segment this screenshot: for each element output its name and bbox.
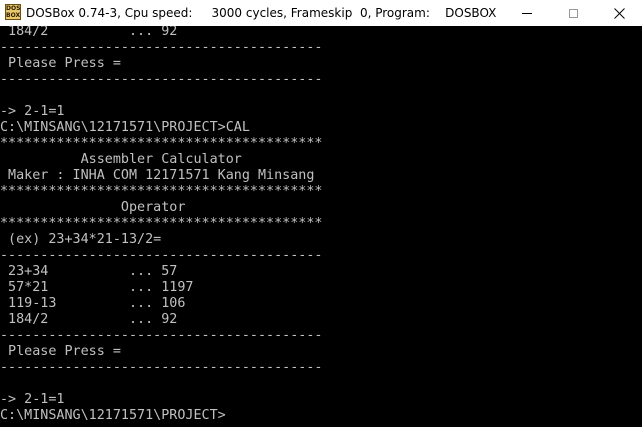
maximize-button[interactable]	[550, 0, 596, 26]
console-output[interactable]: 184/2 ... 92 ---------------------------…	[0, 26, 642, 427]
console-line: 184/2 ... 92	[0, 312, 178, 327]
close-icon	[613, 7, 625, 19]
console-line: (ex) 23+34*21-13/2=	[0, 232, 162, 247]
console-line: Operator	[0, 200, 186, 215]
console-line: -> 2-1=1	[0, 104, 65, 119]
console-line: ****************************************	[0, 184, 323, 199]
minimize-button[interactable]	[504, 0, 550, 26]
window-title: DOSBox 0.74-3, Cpu speed: 3000 cycles, F…	[26, 6, 497, 20]
console-line: ----------------------------------------	[0, 40, 323, 55]
console-line: C:\MINSANG\12171571\PROJECT>CAL	[0, 120, 250, 135]
title-bar[interactable]: DOS BOX DOSBox 0.74-3, Cpu speed: 3000 c…	[0, 0, 642, 26]
console-line: ****************************************	[0, 216, 323, 231]
console-line: Please Press =	[0, 344, 121, 359]
console-line: -> 2-1=1	[0, 392, 65, 407]
maximize-icon	[568, 8, 578, 18]
dosbox-app-icon[interactable]: DOS BOX	[5, 4, 21, 20]
console-line: ----------------------------------------	[0, 72, 323, 87]
console-line: ----------------------------------------	[0, 328, 323, 343]
console-line: 57*21 ... 1197	[0, 280, 194, 295]
console-prompt[interactable]: C:\MINSANG\12171571\PROJECT>	[0, 408, 226, 424]
minimize-icon	[522, 12, 532, 14]
console-line: 23+34 ... 57	[0, 264, 178, 279]
console-line: ----------------------------------------	[0, 360, 323, 375]
console-line: 119-13 ... 106	[0, 296, 186, 311]
console-line: ****************************************	[0, 136, 323, 151]
console-line: Maker : INHA COM 12171571 Kang Minsang	[0, 168, 315, 183]
console-line: ----------------------------------------	[0, 248, 323, 263]
console-line: Assembler Calculator	[0, 152, 242, 167]
console-line: 184/2 ... 92	[0, 26, 178, 39]
close-button[interactable]	[596, 0, 642, 26]
dosbox-window: DOS BOX DOSBox 0.74-3, Cpu speed: 3000 c…	[0, 0, 642, 427]
console-line: Please Press =	[0, 56, 121, 71]
